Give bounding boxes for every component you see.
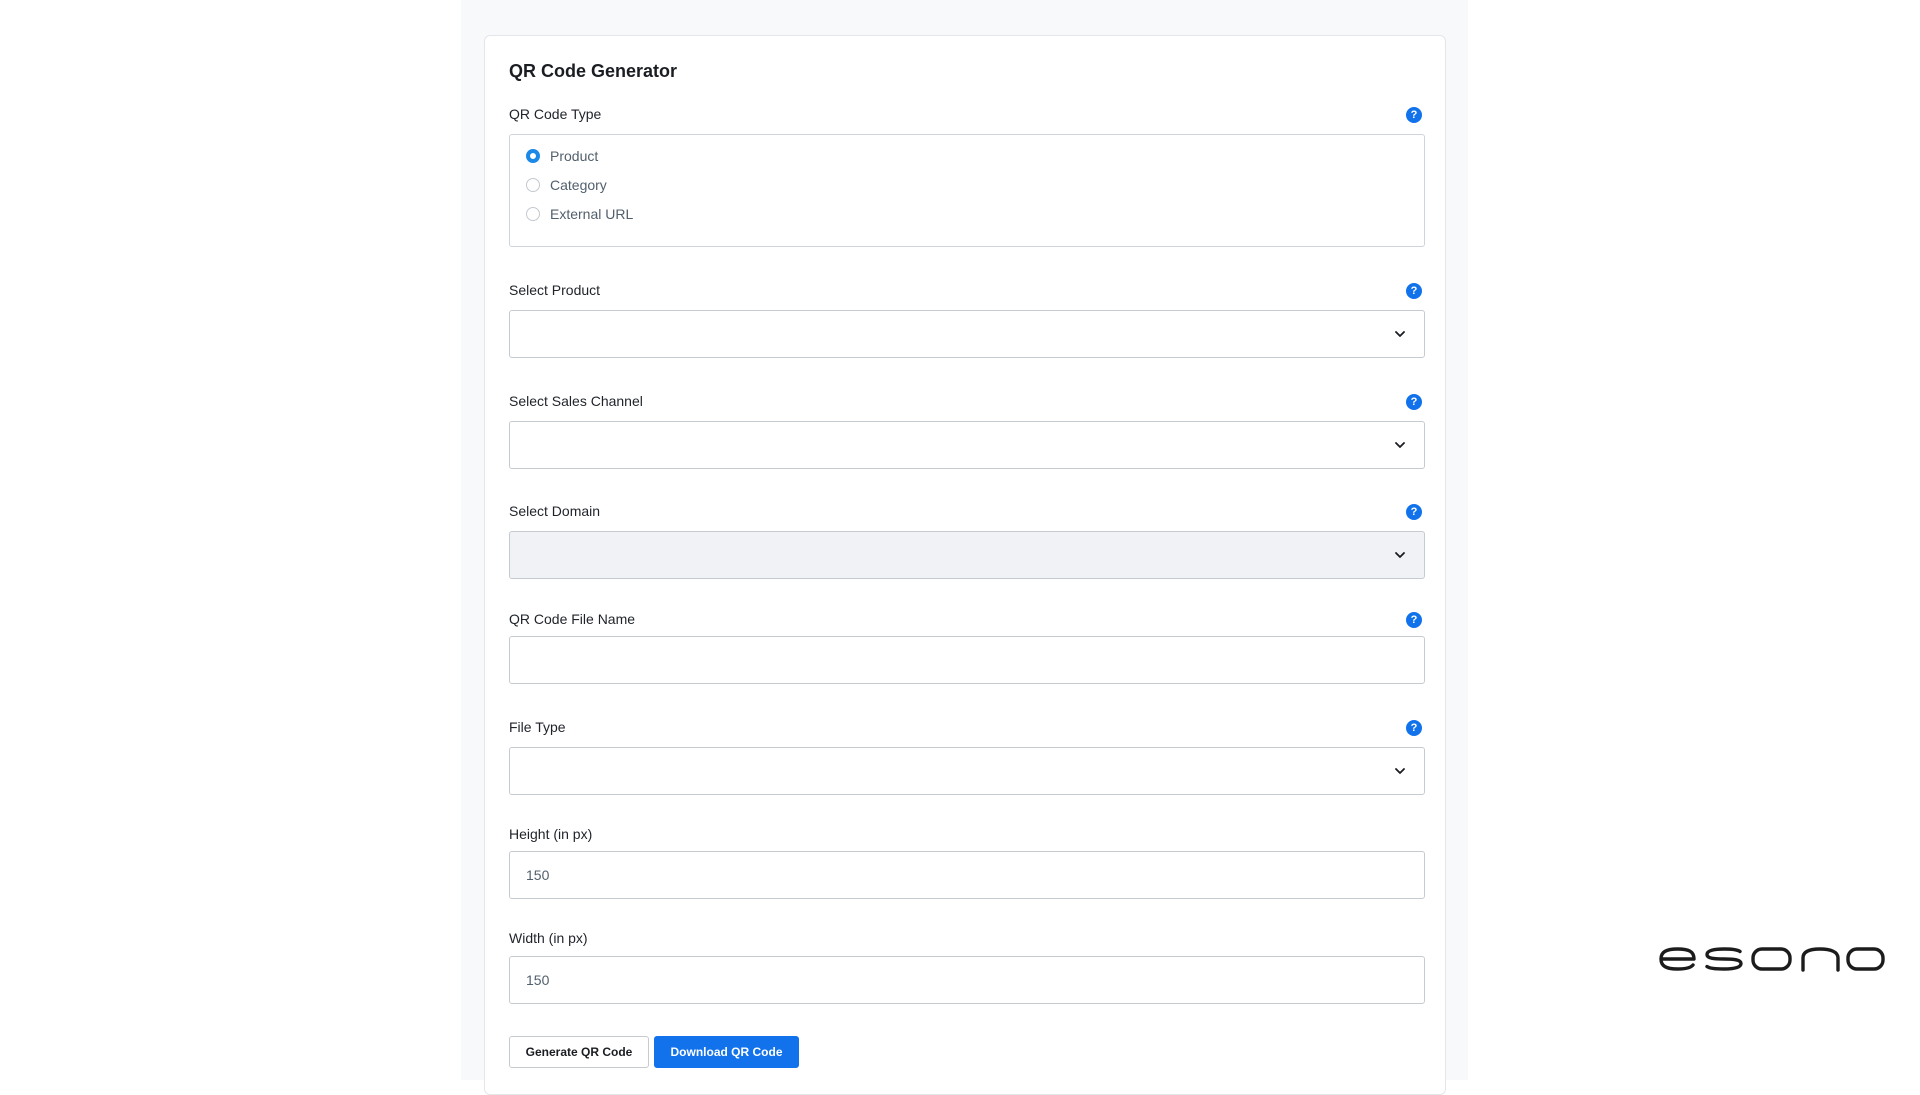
chevron-down-icon bbox=[1395, 552, 1405, 558]
select-domain-dropdown[interactable] bbox=[509, 531, 1425, 579]
radio-button-category[interactable] bbox=[526, 178, 540, 192]
select-sales-channel-help-icon[interactable]: ? bbox=[1406, 394, 1422, 410]
height-input[interactable]: 150 bbox=[509, 851, 1425, 899]
download-qr-code-button[interactable]: Download QR Code bbox=[654, 1036, 799, 1068]
radio-button-external-url[interactable] bbox=[526, 207, 540, 221]
radio-option-external-url[interactable]: External URL bbox=[526, 206, 633, 222]
select-product-help-icon[interactable]: ? bbox=[1406, 283, 1422, 299]
height-value: 150 bbox=[526, 867, 550, 883]
qr-code-type-radio-group: Product Category External URL bbox=[509, 134, 1425, 247]
select-domain-label: Select Domain bbox=[509, 503, 601, 519]
radio-button-product[interactable] bbox=[526, 149, 540, 163]
qr-code-type-help-icon[interactable]: ? bbox=[1406, 107, 1422, 123]
radio-option-category[interactable]: Category bbox=[526, 177, 607, 193]
file-name-help-icon[interactable]: ? bbox=[1406, 612, 1422, 628]
radio-option-product[interactable]: Product bbox=[526, 148, 598, 164]
chevron-down-icon bbox=[1395, 768, 1405, 774]
chevron-down-icon bbox=[1395, 331, 1405, 337]
radio-label-category: Category bbox=[550, 177, 607, 193]
width-input[interactable]: 150 bbox=[509, 956, 1425, 1004]
select-sales-channel-label: Select Sales Channel bbox=[509, 393, 643, 409]
select-product-label: Select Product bbox=[509, 282, 601, 298]
radio-label-product: Product bbox=[550, 148, 599, 164]
width-label: Width (in px) bbox=[509, 930, 588, 946]
card-title: QR Code Generator bbox=[509, 61, 678, 81]
radio-label-external-url: External URL bbox=[550, 206, 634, 222]
file-type-dropdown[interactable] bbox=[509, 747, 1425, 795]
chevron-down-icon bbox=[1395, 442, 1405, 448]
generate-qr-code-button[interactable]: Generate QR Code bbox=[509, 1036, 649, 1068]
esono-logo bbox=[1659, 947, 1885, 972]
qr-code-type-label: QR Code Type bbox=[509, 106, 602, 122]
file-type-label: File Type bbox=[509, 719, 566, 735]
select-sales-channel-dropdown[interactable] bbox=[509, 421, 1425, 469]
file-type-help-icon[interactable]: ? bbox=[1406, 720, 1422, 736]
height-label: Height (in px) bbox=[509, 826, 593, 842]
width-value: 150 bbox=[526, 972, 550, 988]
qr-generator-card: QR Code Generator QR Code Type ? Product… bbox=[484, 35, 1446, 1095]
select-product-dropdown[interactable] bbox=[509, 310, 1425, 358]
file-name-label: QR Code File Name bbox=[509, 611, 636, 627]
file-name-input[interactable] bbox=[509, 636, 1425, 684]
select-domain-help-icon[interactable]: ? bbox=[1406, 504, 1422, 520]
